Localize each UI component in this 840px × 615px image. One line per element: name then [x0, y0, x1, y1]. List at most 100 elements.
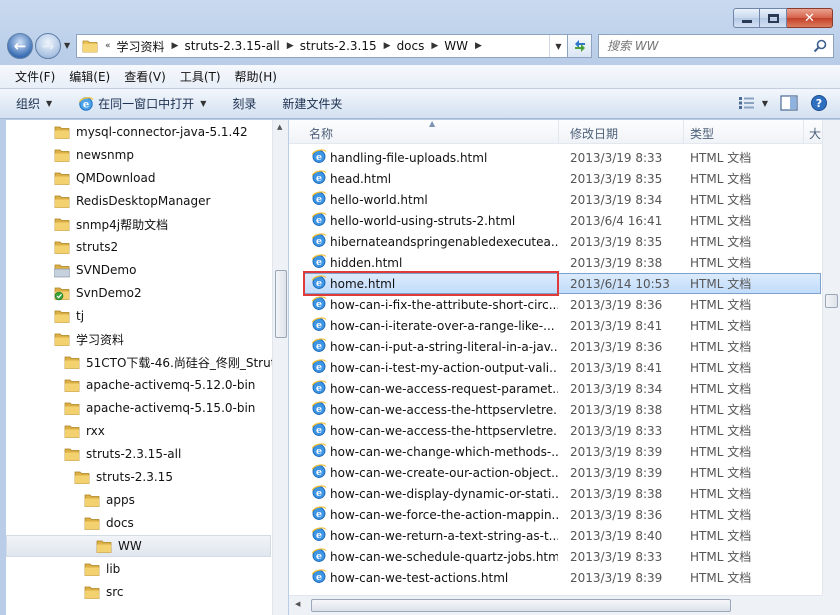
column-header-type[interactable]: 类型 — [690, 125, 714, 142]
burn-button[interactable]: 刻录 — [232, 95, 256, 112]
file-row[interactable]: e hibernateandspringenabledexecutea... 201… — [305, 231, 819, 252]
address-history-dropdown[interactable]: ▼ — [549, 35, 567, 57]
tree-item[interactable]: docs — [84, 512, 134, 534]
file-row[interactable]: e handling-file-uploads.html 2013/3/19 8:3… — [305, 147, 819, 168]
column-divider[interactable] — [803, 120, 804, 144]
file-row[interactable]: e how-can-we-display-dynamic-or-stati... 2… — [305, 483, 819, 504]
file-row[interactable]: e hello-world-using-struts-2.html 2013/6/4… — [305, 210, 819, 231]
breadcrumb-item[interactable]: docs — [397, 39, 425, 53]
menu-help[interactable]: 帮助(H) — [235, 68, 277, 85]
file-row[interactable]: e how-can-i-test-my-action-output-vali...… — [305, 357, 819, 378]
file-row[interactable]: e how-can-we-access-the-httpservletre... 2… — [305, 420, 819, 441]
scrollbar-thumb[interactable] — [311, 599, 731, 612]
menu-file[interactable]: 文件(F) — [15, 68, 55, 85]
forward-button[interactable]: → — [35, 33, 61, 59]
file-list-pane[interactable]: ▲ 名称 修改日期 类型 大 e handling-file-uploads.ht… — [289, 120, 840, 615]
tree-item[interactable]: struts-2.3.15 — [74, 466, 173, 488]
menu-tools[interactable]: 工具(T) — [180, 68, 221, 85]
breadcrumb-chevron-icon[interactable]: ▶ — [475, 41, 482, 51]
file-row[interactable]: e hidden.html 2013/3/19 8:38 HTML 文档 — [305, 252, 819, 273]
column-divider[interactable] — [558, 120, 559, 144]
tree-item[interactable]: newsnmp — [54, 144, 134, 166]
file-row[interactable]: e how-can-i-iterate-over-a-range-like-...… — [305, 315, 819, 336]
scroll-left-icon[interactable]: ◀ — [295, 600, 300, 608]
breadcrumb-chevron-icon[interactable]: ▶ — [172, 41, 179, 51]
breadcrumb-chevron-icon[interactable]: ▶ — [384, 41, 391, 51]
file-name: hello-world-using-struts-2.html — [330, 213, 516, 228]
tree-item[interactable]: RedisDesktopManager — [54, 190, 210, 212]
recent-pages-dropdown[interactable]: ▼ — [64, 41, 70, 50]
html-document-icon: e — [311, 505, 327, 524]
breadcrumb-item[interactable]: 学习资料 — [117, 38, 165, 55]
file-row[interactable]: e how-can-i-put-a-string-literal-in-a-jav… — [305, 336, 819, 357]
burn-label: 刻录 — [232, 97, 257, 111]
tree-item[interactable]: SvnDemo2 — [54, 282, 142, 304]
file-date: 2013/3/19 8:39 — [570, 444, 663, 459]
tree-item[interactable]: 学习资料 — [54, 328, 124, 350]
file-row[interactable]: e how-can-we-return-a-text-string-as-t...… — [305, 525, 819, 546]
organize-button[interactable]: 组织 ▼ — [16, 95, 52, 112]
new-folder-button[interactable]: 新建文件夹 — [282, 95, 342, 112]
tree-item[interactable]: WW — [6, 535, 271, 557]
scrollbar-thumb[interactable] — [825, 294, 838, 308]
search-icon[interactable] — [813, 39, 827, 53]
file-list-vertical-scrollbar[interactable] — [822, 120, 840, 595]
maximize-button[interactable] — [760, 8, 787, 28]
file-row[interactable]: e how-can-we-change-which-methods-... 2013… — [305, 441, 819, 462]
folder-icon — [54, 194, 70, 209]
tree-item-label: RedisDesktopManager — [76, 194, 211, 208]
tree-item[interactable]: struts2 — [54, 236, 118, 258]
column-header-modified[interactable]: 修改日期 — [570, 125, 618, 142]
tree-item[interactable]: SVNDemo — [54, 259, 136, 281]
close-button[interactable]: ✕ — [787, 8, 833, 28]
tree-item[interactable]: QMDownload — [54, 167, 155, 189]
open-in-same-window-button[interactable]: e 在同一窗口中打开 ▼ — [78, 95, 206, 112]
help-button[interactable]: ? — [810, 94, 828, 112]
navigation-pane[interactable]: mysql-connector-java-5.1.42 newsnmp QMDown… — [6, 120, 288, 615]
breadcrumb-overflow[interactable]: « — [105, 41, 111, 51]
preview-pane-button[interactable] — [780, 95, 798, 111]
minimize-button[interactable] — [733, 8, 760, 28]
menu-view[interactable]: 查看(V) — [124, 68, 166, 85]
file-name: head.html — [330, 171, 392, 186]
change-view-button[interactable]: ▼ — [738, 96, 768, 110]
tree-item[interactable]: snmp4j帮助文档 — [54, 213, 168, 235]
scroll-up-icon[interactable]: ▲ — [277, 123, 282, 131]
tree-item[interactable]: apache-activemq-5.12.0-bin — [64, 374, 255, 396]
tree-item[interactable]: rxx — [64, 420, 105, 442]
navigation-pane-scrollbar[interactable]: ▲ — [272, 120, 288, 615]
back-button[interactable]: ← — [7, 33, 33, 59]
file-row[interactable]: e how-can-we-schedule-quartz-jobs.html 201… — [305, 546, 819, 567]
address-bar[interactable]: « 学习资料 ▶ struts-2.3.15-all ▶ struts-2.3.… — [76, 34, 568, 58]
tree-item[interactable]: mysql-connector-java-5.1.42 — [54, 121, 248, 143]
tree-item[interactable]: tj — [54, 305, 84, 327]
file-row[interactable]: e how-can-i-fix-the-attribute-short-circ.… — [305, 294, 819, 315]
file-row[interactable]: e hello-world.html 2013/3/19 8:34 HTML 文档 — [305, 189, 819, 210]
file-row[interactable]: e how-can-we-force-the-action-mappin... 20… — [305, 504, 819, 525]
breadcrumb-item[interactable]: struts-2.3.15-all — [184, 39, 279, 53]
menu-edit[interactable]: 编辑(E) — [69, 68, 110, 85]
tree-item[interactable]: 51CTO下载-46.尚硅谷_佟刚_Struts — [64, 351, 282, 373]
search-input[interactable] — [607, 39, 807, 53]
tree-item[interactable]: apache-activemq-5.15.0-bin — [64, 397, 255, 419]
column-divider[interactable] — [683, 120, 684, 144]
breadcrumb-chevron-icon[interactable]: ▶ — [431, 41, 438, 51]
tree-item[interactable]: struts-2.3.15-all — [64, 443, 181, 465]
file-row[interactable]: e how-can-we-test-actions.html 2013/3/19 8… — [305, 567, 819, 588]
tree-item[interactable]: apps — [84, 489, 135, 511]
file-list-horizontal-scrollbar[interactable]: ◀ — [289, 595, 822, 615]
column-header-name[interactable]: 名称 — [309, 125, 333, 142]
breadcrumb-item[interactable]: struts-2.3.15 — [300, 39, 377, 53]
breadcrumb-item[interactable]: WW — [444, 39, 468, 53]
chevron-down-icon: ▼ — [761, 98, 768, 108]
breadcrumb-chevron-icon[interactable]: ▶ — [287, 41, 294, 51]
column-header-size[interactable]: 大 — [809, 125, 821, 142]
file-row[interactable]: e how-can-we-create-our-action-object... 2… — [305, 462, 819, 483]
tree-item[interactable]: src — [84, 581, 124, 603]
scrollbar-thumb[interactable] — [275, 270, 287, 338]
file-row[interactable]: e how-can-we-access-request-paramet... 201… — [305, 378, 819, 399]
tree-item[interactable]: lib — [84, 558, 120, 580]
file-row[interactable]: e head.html 2013/3/19 8:35 HTML 文档 — [305, 168, 819, 189]
refresh-button[interactable] — [568, 34, 592, 58]
file-row[interactable]: e how-can-we-access-the-httpservletre... 2… — [305, 399, 819, 420]
